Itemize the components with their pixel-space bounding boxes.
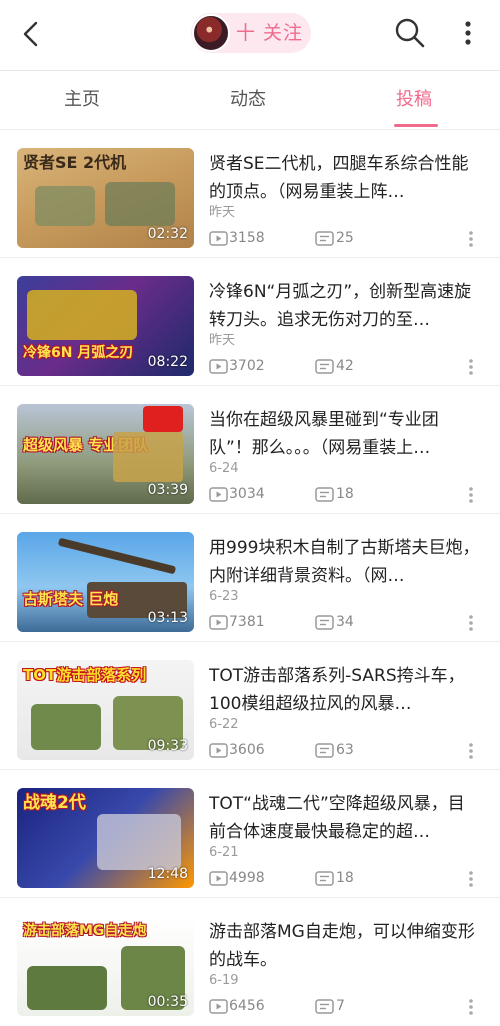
video-item[interactable]: TOT游击部落系列 09:33 TOT游击部落系列-SARS挎斗车，100模组超… [0, 642, 500, 770]
thumbnail-caption: 贤者SE 2代机 [23, 153, 127, 172]
back-arrow-icon[interactable] [14, 16, 50, 52]
video-duration: 09:33 [147, 738, 188, 754]
video-title[interactable]: 用999块积木自制了古斯塔夫巨炮，内附详细背景资料。（网… [209, 534, 481, 590]
play-count-icon [209, 615, 228, 630]
video-title[interactable]: 游击部落MG自走炮，可以伸缩变形的战车。 [209, 918, 481, 974]
tab-posts[interactable]: 投稿 [396, 87, 432, 113]
danmaku-count: 42 [336, 358, 354, 374]
danmaku-count: 18 [336, 870, 354, 886]
video-title[interactable]: TOT游击部落系列-SARS挎斗车，100模组超级拉风的风暴… [209, 662, 481, 718]
video-thumbnail[interactable]: 战魂2代 12:48 [17, 788, 194, 888]
view-count: 3606 [229, 742, 265, 758]
thumbnail-vehicle [27, 290, 137, 340]
upload-date: 昨天 [209, 333, 236, 348]
item-more-icon[interactable] [466, 358, 476, 376]
video-title[interactable]: 当你在超级风暴里碰到“专业团队”！那么。。。（网易重装上… [209, 406, 481, 462]
view-count: 6456 [229, 998, 265, 1014]
more-vertical-icon[interactable] [456, 16, 480, 50]
upload-date: 6-22 [209, 717, 239, 732]
video-thumbnail[interactable]: 游击部落MG自走炮 00:35 [17, 916, 194, 1016]
thumbnail-vehicle [105, 182, 175, 226]
thumbnail-caption: 古斯塔夫 巨炮 [23, 590, 119, 608]
danmaku-count: 18 [336, 486, 354, 502]
thumbnail-caption: TOT游击部落系列 [23, 666, 147, 684]
top-bar: 十 关注 [0, 0, 500, 70]
item-more-icon[interactable] [466, 870, 476, 888]
upload-date: 昨天 [209, 205, 236, 220]
upload-date: 6-24 [209, 461, 239, 476]
upload-date: 6-21 [209, 845, 239, 860]
thumbnail-cannon [57, 537, 177, 575]
video-duration: 12:48 [147, 866, 188, 882]
video-item[interactable]: 超级风暴 专业团队 03:39 当你在超级风暴里碰到“专业团队”！那么。。。（网… [0, 386, 500, 514]
video-duration: 03:13 [147, 610, 188, 626]
danmaku-count: 63 [336, 742, 354, 758]
tab-bar: 主页 动态 投稿 [0, 71, 500, 129]
item-more-icon[interactable] [466, 998, 476, 1016]
video-thumbnail[interactable]: 古斯塔夫 巨炮 03:13 [17, 532, 194, 632]
video-thumbnail[interactable]: TOT游击部落系列 09:33 [17, 660, 194, 760]
tab-dynamics[interactable]: 动态 [230, 87, 266, 113]
thumbnail-vehicle [31, 704, 101, 750]
danmaku-count: 7 [336, 998, 345, 1014]
video-item[interactable]: 冷锋6N 月弧之刃 08:22 冷锋6N“月弧之刃”，创新型高速旋转刀头。追求无… [0, 258, 500, 386]
video-duration: 08:22 [147, 354, 188, 370]
item-more-icon[interactable] [466, 742, 476, 760]
thumbnail-vehicle [35, 186, 95, 226]
video-duration: 03:39 [147, 482, 188, 498]
item-more-icon[interactable] [466, 230, 476, 248]
item-more-icon[interactable] [466, 486, 476, 504]
play-count-icon [209, 871, 228, 886]
active-tab-indicator [394, 124, 438, 127]
video-thumbnail[interactable]: 贤者SE 2代机 02:32 [17, 148, 194, 248]
danmaku-count-icon [315, 615, 334, 630]
view-count: 3158 [229, 230, 265, 246]
video-item[interactable]: 战魂2代 12:48 TOT“战魂二代”空降超级风暴，目前合体速度最快最稳定的超… [0, 770, 500, 898]
thumbnail-caption: 游击部落MG自走炮 [23, 923, 147, 939]
thumbnail-caption: 冷锋6N 月弧之刃 [23, 345, 134, 361]
danmaku-count-icon [315, 231, 334, 246]
follow-label[interactable]: 十 关注 [236, 20, 303, 46]
view-count: 7381 [229, 614, 265, 630]
play-count-icon [209, 487, 228, 502]
danmaku-count-icon [315, 743, 334, 758]
thumbnail-vehicle [97, 814, 181, 870]
video-item[interactable]: 贤者SE 2代机 02:32 贤者SE二代机，四腿车系综合性能的顶点。（网易重装… [0, 130, 500, 258]
view-count: 4998 [229, 870, 265, 886]
video-item[interactable]: 游击部落MG自走炮 00:35 游击部落MG自走炮，可以伸缩变形的战车。 6-1… [0, 898, 500, 1026]
video-thumbnail[interactable]: 冷锋6N 月弧之刃 08:22 [17, 276, 194, 376]
thumbnail-vehicle [27, 966, 107, 1010]
video-duration: 00:35 [147, 994, 188, 1010]
video-item[interactable]: 古斯塔夫 巨炮 03:13 用999块积木自制了古斯塔夫巨炮，内附详细背景资料。… [0, 514, 500, 642]
video-thumbnail[interactable]: 超级风暴 专业团队 03:39 [17, 404, 194, 504]
danmaku-count-icon [315, 359, 334, 374]
search-icon[interactable] [393, 16, 427, 50]
thumbnail-vehicle [113, 432, 183, 482]
danmaku-count-icon [315, 487, 334, 502]
thumbnail-badge [143, 406, 183, 432]
item-more-icon[interactable] [466, 614, 476, 632]
video-title[interactable]: TOT“战魂二代”空降超级风暴，目前合体速度最快最稳定的超… [209, 790, 481, 846]
danmaku-count: 25 [336, 230, 354, 246]
play-count-icon [209, 743, 228, 758]
view-count: 3034 [229, 486, 265, 502]
thumbnail-caption: 战魂2代 [23, 793, 86, 813]
upload-date: 6-19 [209, 973, 239, 988]
tab-home[interactable]: 主页 [64, 87, 100, 113]
upload-date: 6-23 [209, 589, 239, 604]
play-count-icon [209, 999, 228, 1014]
video-duration: 02:32 [147, 226, 188, 242]
video-title[interactable]: 冷锋6N“月弧之刃”，创新型高速旋转刀头。追求无伤对刀的至… [209, 278, 481, 334]
video-title[interactable]: 贤者SE二代机，四腿车系综合性能的顶点。（网易重装上阵… [209, 150, 481, 206]
play-count-icon [209, 231, 228, 246]
danmaku-count-icon [315, 871, 334, 886]
danmaku-count-icon [315, 999, 334, 1014]
danmaku-count: 34 [336, 614, 354, 630]
play-count-icon [209, 359, 228, 374]
avatar[interactable] [192, 14, 230, 52]
view-count: 3702 [229, 358, 265, 374]
